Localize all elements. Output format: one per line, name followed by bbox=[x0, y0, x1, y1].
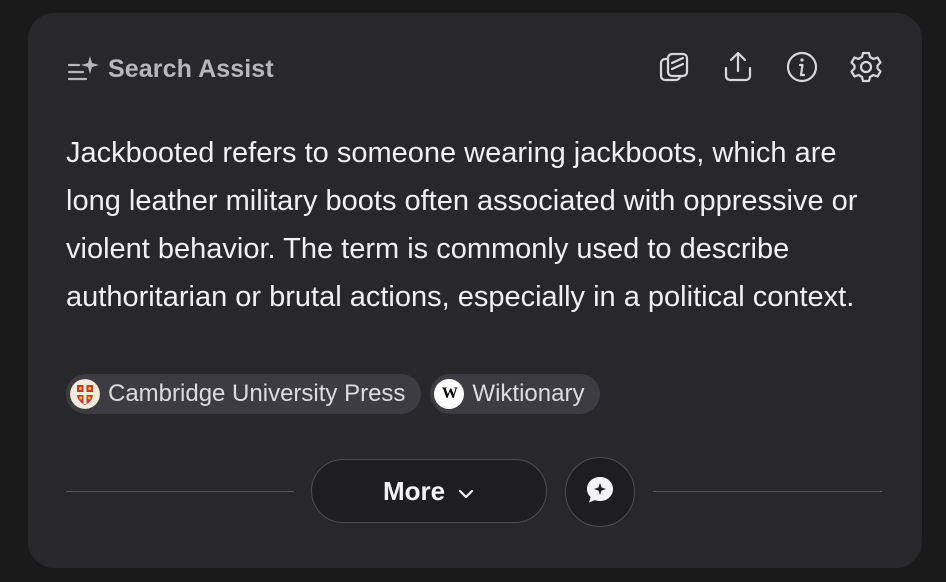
info-button[interactable] bbox=[784, 51, 820, 87]
wiktionary-icon: W bbox=[434, 379, 465, 409]
gear-icon bbox=[849, 50, 883, 89]
search-assist-header: Search Assist bbox=[66, 51, 884, 87]
settings-button[interactable] bbox=[848, 51, 884, 87]
cambridge-crest-icon bbox=[70, 379, 100, 409]
source-chip-wiktionary[interactable]: W Wiktionary bbox=[430, 374, 601, 414]
info-icon bbox=[785, 50, 819, 89]
chevron-down-icon bbox=[457, 476, 475, 507]
search-assist-title-group: Search Assist bbox=[66, 54, 274, 84]
answer-text: Jackbooted refers to someone wearing jac… bbox=[66, 137, 858, 313]
more-button[interactable]: More bbox=[311, 459, 547, 523]
chat-sparkle-icon bbox=[585, 475, 615, 510]
copy-icon bbox=[657, 50, 691, 89]
source-chips: Cambridge University Press W Wiktionary bbox=[66, 374, 601, 414]
header-actions bbox=[656, 51, 884, 87]
search-assist-card: Search Assist Jackbooted refers to someo… bbox=[28, 13, 922, 568]
source-chip-cambridge[interactable]: Cambridge University Press bbox=[66, 374, 422, 414]
source-chip-label: Wiktionary bbox=[472, 380, 585, 407]
share-icon bbox=[721, 50, 755, 89]
copy-button[interactable] bbox=[656, 51, 692, 87]
footer-divider-left bbox=[66, 491, 294, 492]
footer-divider-right bbox=[653, 491, 882, 492]
search-assist-title: Search Assist bbox=[108, 54, 274, 83]
share-button[interactable] bbox=[720, 51, 756, 87]
sparkle-list-icon bbox=[66, 54, 100, 84]
source-chip-label: Cambridge University Press bbox=[108, 380, 406, 407]
more-button-label: More bbox=[382, 475, 446, 506]
chat-button[interactable] bbox=[565, 457, 635, 527]
